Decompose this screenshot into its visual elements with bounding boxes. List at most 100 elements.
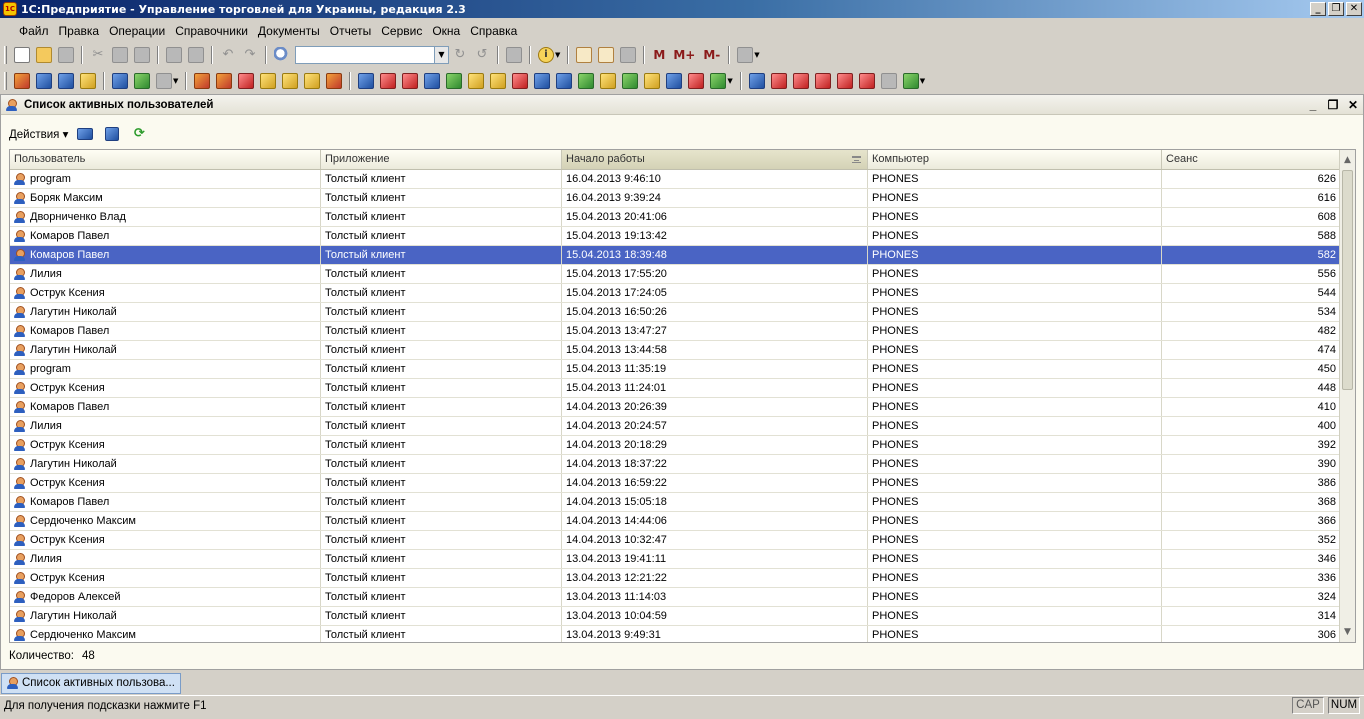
total-icon[interactable] xyxy=(836,73,853,89)
search-input[interactable] xyxy=(295,46,435,64)
sales-icon[interactable] xyxy=(194,73,211,89)
table-row[interactable]: Лилия Толстый клиент 14.04.2013 20:24:57 PH… xyxy=(10,417,1341,436)
calendar-icon[interactable] xyxy=(598,47,615,63)
search-icon[interactable] xyxy=(274,47,290,63)
chevron-down-icon[interactable]: ▼ xyxy=(727,77,732,85)
column-header-computer[interactable]: Компьютер xyxy=(868,150,1162,169)
refresh-icon[interactable]: ⟳ xyxy=(131,126,147,142)
menu-catalogs[interactable]: Справочники xyxy=(170,24,253,38)
table-row[interactable]: Лагутин Николай Толстый клиент 14.04.2013 … xyxy=(10,455,1341,474)
add-doc-icon[interactable] xyxy=(578,73,595,89)
chevron-down-icon[interactable]: ▼ xyxy=(555,51,560,59)
column-header-start-time[interactable]: Начало работы xyxy=(562,150,868,169)
details-icon[interactable] xyxy=(77,128,94,140)
print-icon[interactable] xyxy=(166,47,182,63)
menu-windows[interactable]: Окна xyxy=(427,24,465,38)
table-row[interactable]: Лилия Толстый клиент 15.04.2013 17:55:20 PH… xyxy=(10,265,1341,284)
money-icon[interactable] xyxy=(326,73,343,89)
minimize-button[interactable]: _ xyxy=(1310,2,1326,16)
paste-icon[interactable] xyxy=(134,47,150,63)
scroll-down-icon[interactable]: ▼ xyxy=(1340,624,1355,640)
delete-doc-icon[interactable] xyxy=(688,73,705,89)
table-row[interactable]: Комаров Павел Толстый клиент 14.04.2013 15… xyxy=(10,493,1341,512)
list-icon[interactable] xyxy=(880,73,897,89)
table-row[interactable]: Острук Ксения Толстый клиент 14.04.2013 10… xyxy=(10,531,1341,550)
bank-icon[interactable] xyxy=(282,73,299,89)
order-icon[interactable] xyxy=(358,73,375,89)
user-report-icon[interactable] xyxy=(748,73,765,89)
export-icon[interactable] xyxy=(622,73,639,89)
memory-subtract-button[interactable]: M- xyxy=(702,47,721,63)
chevron-down-icon[interactable]: ▼ xyxy=(754,51,759,59)
tools-icon[interactable] xyxy=(737,47,754,63)
copy-icon[interactable] xyxy=(112,47,128,63)
inventory-icon[interactable] xyxy=(468,73,485,89)
document-minimize-button[interactable]: _ xyxy=(1303,98,1323,112)
table-row[interactable]: Лагутин Николай Толстый клиент 15.04.2013 … xyxy=(10,341,1341,360)
find-previous-icon[interactable]: ↺ xyxy=(474,47,490,63)
writeoff-icon[interactable] xyxy=(512,73,529,89)
archive-icon[interactable] xyxy=(80,73,96,89)
calculator-icon[interactable] xyxy=(576,47,593,63)
search-dropdown-button[interactable]: ▼ xyxy=(435,46,449,64)
toolbar-grip[interactable] xyxy=(4,46,7,64)
report-doc-icon[interactable] xyxy=(600,73,617,89)
list-doc-icon[interactable] xyxy=(644,73,661,89)
users-table[interactable]: Пользователь Приложение Начало работы Ко… xyxy=(9,149,1356,643)
redo-icon[interactable]: ↷ xyxy=(242,47,258,63)
document-restore-button[interactable]: ❐ xyxy=(1323,98,1343,112)
undo-icon[interactable]: ↶ xyxy=(220,47,236,63)
menu-edit[interactable]: Правка xyxy=(54,24,105,38)
chevron-down-icon[interactable]: ▼ xyxy=(920,77,925,85)
cash-icon[interactable] xyxy=(304,73,321,89)
table-row[interactable]: Острук Ксения Толстый клиент 14.04.2013 20… xyxy=(10,436,1341,455)
table-row[interactable]: Сердюченко Максим Толстый клиент 14.04.201… xyxy=(10,512,1341,531)
menu-file[interactable]: Файл xyxy=(14,24,54,38)
chevron-down-icon[interactable]: ▼ xyxy=(173,77,178,85)
excel-icon[interactable] xyxy=(710,73,727,89)
register-icon[interactable] xyxy=(58,73,74,89)
column-header-application[interactable]: Приложение xyxy=(321,150,562,169)
table-row[interactable]: Федоров Алексей Толстый клиент 13.04.2013 … xyxy=(10,588,1341,607)
save-icon[interactable] xyxy=(58,47,74,63)
return-icon[interactable] xyxy=(238,73,255,89)
cut-icon[interactable]: ✂ xyxy=(90,47,106,63)
print-preview-icon[interactable] xyxy=(188,47,204,63)
table-row[interactable]: Острук Ксения Толстый клиент 13.04.2013 12… xyxy=(10,569,1341,588)
table-row[interactable]: Острук Ксения Толстый клиент 15.04.2013 11… xyxy=(10,379,1341,398)
settings-report-icon[interactable] xyxy=(902,73,919,89)
users-icon[interactable] xyxy=(620,47,637,63)
transfer-icon[interactable] xyxy=(424,73,441,89)
purchase-icon[interactable] xyxy=(216,73,233,89)
movement-icon[interactable] xyxy=(446,73,463,89)
journal-icon[interactable] xyxy=(36,73,52,89)
menu-reports[interactable]: Отчеты xyxy=(325,24,376,38)
open-folder-icon[interactable] xyxy=(36,47,52,63)
menu-help[interactable]: Справка xyxy=(465,24,522,38)
scroll-up-icon[interactable]: ▲ xyxy=(1340,152,1355,168)
price-icon[interactable] xyxy=(534,73,551,89)
windows-icon[interactable] xyxy=(506,47,522,63)
table-row[interactable]: Острук Ксения Толстый клиент 15.04.2013 17… xyxy=(10,284,1341,303)
menu-documents[interactable]: Документы xyxy=(253,24,325,38)
table-row[interactable]: Дворниченко Влад Толстый клиент 15.04.2013… xyxy=(10,208,1341,227)
close-button[interactable]: ✕ xyxy=(1346,2,1362,16)
table-row[interactable]: Лилия Толстый клиент 13.04.2013 19:41:11 PH… xyxy=(10,550,1341,569)
employee-icon[interactable] xyxy=(770,73,787,89)
document-close-button[interactable]: ✕ xyxy=(1343,98,1363,112)
table-row[interactable]: Комаров Павел Толстый клиент 15.04.2013 19… xyxy=(10,227,1341,246)
menu-operations[interactable]: Операции xyxy=(104,24,170,38)
warehouse-icon[interactable] xyxy=(490,73,507,89)
balance-icon[interactable] xyxy=(858,73,875,89)
table-row[interactable]: Комаров Павел Толстый клиент 15.04.2013 13… xyxy=(10,322,1341,341)
contacts-icon[interactable] xyxy=(112,73,128,89)
table-row[interactable]: Острук Ксения Толстый клиент 14.04.2013 16… xyxy=(10,474,1341,493)
scroll-thumb[interactable] xyxy=(1342,170,1353,390)
column-header-user[interactable]: Пользователь xyxy=(10,150,321,169)
table-row[interactable]: Сердюченко Максим Толстый клиент 13.04.201… xyxy=(10,626,1341,642)
actions-menu-button[interactable]: Действия ▾ xyxy=(9,127,68,141)
menu-service[interactable]: Сервис xyxy=(376,24,427,38)
table-icon[interactable] xyxy=(134,73,150,89)
memory-button[interactable]: M xyxy=(652,47,666,63)
check-doc-icon[interactable] xyxy=(666,73,683,89)
